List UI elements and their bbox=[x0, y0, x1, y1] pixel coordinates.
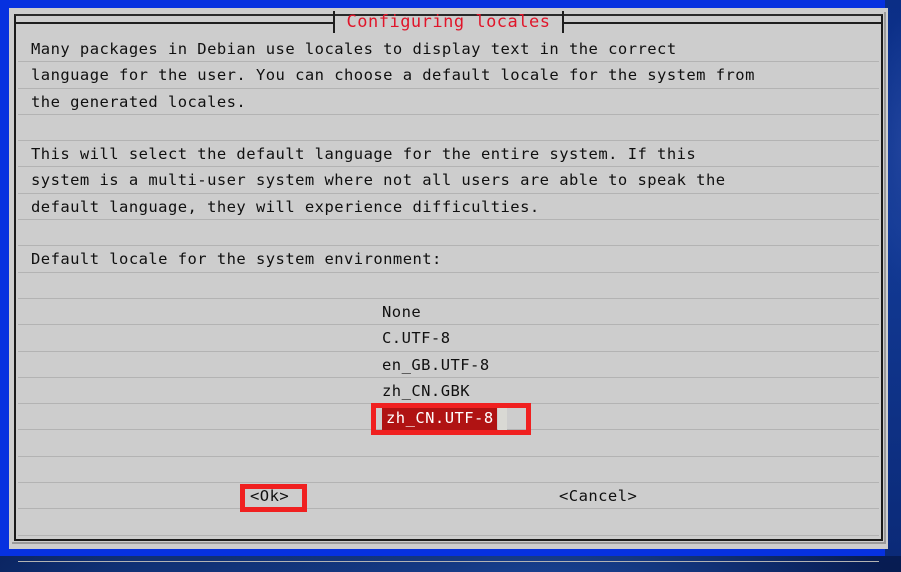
titlebar-rule-right bbox=[564, 22, 881, 24]
titlebar-rule-left bbox=[16, 22, 333, 24]
ok-button[interactable]: <Ok> bbox=[250, 483, 289, 509]
body-spacer-1 bbox=[18, 115, 879, 142]
list-item-none[interactable]: None bbox=[18, 299, 879, 326]
screen: Configuring locales Many packages in Deb… bbox=[0, 0, 901, 572]
list-item-label-selected: zh_CN.UTF-8 bbox=[382, 406, 507, 431]
body-spacer-2 bbox=[18, 220, 879, 247]
body-line-5: system is a multi-user system where not … bbox=[18, 167, 879, 194]
body-line-2: language for the user. You can choose a … bbox=[18, 62, 879, 89]
list-item-zh-cn-gbk[interactable]: zh_CN.GBK bbox=[18, 378, 879, 405]
cancel-button[interactable]: <Cancel> bbox=[559, 483, 637, 509]
footer-spacer-1 bbox=[18, 509, 879, 536]
list-item-label: en_GB.UTF-8 bbox=[382, 355, 490, 374]
list-item-label: None bbox=[382, 302, 422, 321]
list-spacer-bottom-1 bbox=[18, 430, 879, 457]
list-item-c-utf8[interactable]: C.UTF-8 bbox=[18, 325, 879, 352]
body-line-3: the generated locales. bbox=[18, 89, 879, 115]
dialog-button-row: <Ok> <Cancel> bbox=[18, 483, 879, 510]
configuring-locales-dialog: Configuring locales Many packages in Deb… bbox=[9, 8, 888, 562]
dialog-titlebar: Configuring locales bbox=[16, 10, 881, 34]
locale-prompt-label: Default locale for the system environmen… bbox=[18, 246, 879, 273]
dialog-content: Many packages in Debian use locales to d… bbox=[18, 36, 879, 562]
page-title: Configuring locales bbox=[346, 12, 551, 32]
body-line-6: default language, they will experience d… bbox=[18, 194, 879, 221]
list-item-zh-cn-utf8[interactable]: zh_CN.UTF-8 bbox=[18, 404, 879, 431]
footer-spacer-2 bbox=[18, 536, 879, 562]
list-item-en-gb-utf8[interactable]: en_GB.UTF-8 bbox=[18, 352, 879, 378]
list-item-label: zh_CN.GBK bbox=[382, 381, 471, 400]
list-spacer-top bbox=[18, 273, 879, 299]
list-item-label: C.UTF-8 bbox=[382, 329, 451, 348]
body-line-4: This will select the default language fo… bbox=[18, 141, 879, 168]
body-line-1: Many packages in Debian use locales to d… bbox=[18, 36, 879, 63]
list-spacer-bottom-2 bbox=[18, 457, 879, 484]
